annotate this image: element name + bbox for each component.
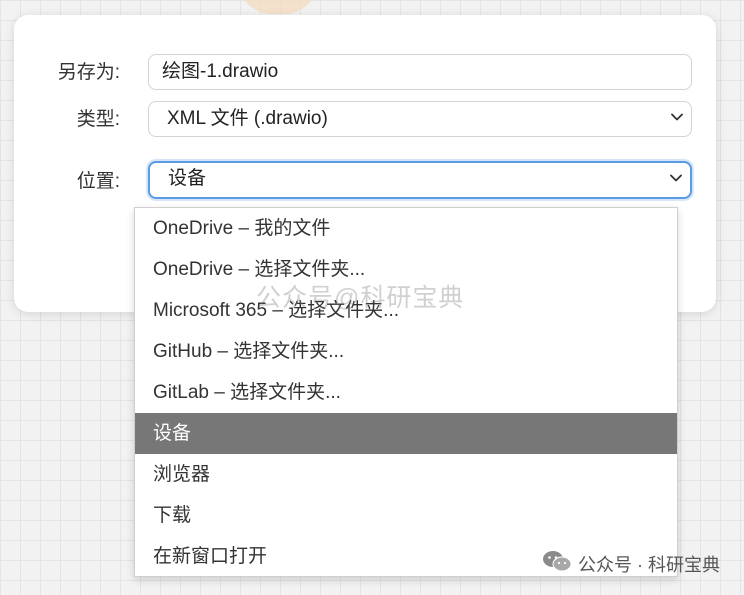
footer-watermark: 公众号 · 科研宝典: [542, 550, 720, 577]
footer-watermark-text: 公众号 · 科研宝典: [578, 554, 720, 575]
location-option-gitlab[interactable]: GitLab – 选择文件夹...: [135, 372, 677, 413]
location-option-onedrive-choose[interactable]: OneDrive – 选择文件夹...: [135, 249, 677, 290]
save-as-label: 另存为:: [57, 62, 120, 83]
type-label: 类型:: [76, 109, 120, 130]
filename-input[interactable]: 绘图-1.drawio: [148, 54, 692, 90]
location-option-device[interactable]: 设备: [135, 413, 677, 454]
wechat-icon: [542, 550, 572, 577]
location-option-microsoft365[interactable]: Microsoft 365 – 选择文件夹...: [135, 290, 677, 331]
chevron-down-icon: [670, 172, 682, 184]
location-option-browser[interactable]: 浏览器: [135, 454, 677, 495]
location-dropdown-list: OneDrive – 我的文件 OneDrive – 选择文件夹... Micr…: [134, 207, 678, 577]
chevron-down-icon: [671, 111, 683, 123]
location-option-onedrive-my-files[interactable]: OneDrive – 我的文件: [135, 208, 677, 249]
type-select[interactable]: XML 文件 (.drawio): [148, 101, 692, 137]
location-option-download[interactable]: 下载: [135, 495, 677, 536]
canvas-shape: [238, 0, 318, 14]
location-select-value: 设备: [168, 168, 207, 189]
location-select[interactable]: 设备: [148, 161, 692, 199]
location-label: 位置:: [76, 171, 120, 192]
location-option-github[interactable]: GitHub – 选择文件夹...: [135, 331, 677, 372]
type-select-value: XML 文件 (.drawio): [167, 108, 328, 129]
